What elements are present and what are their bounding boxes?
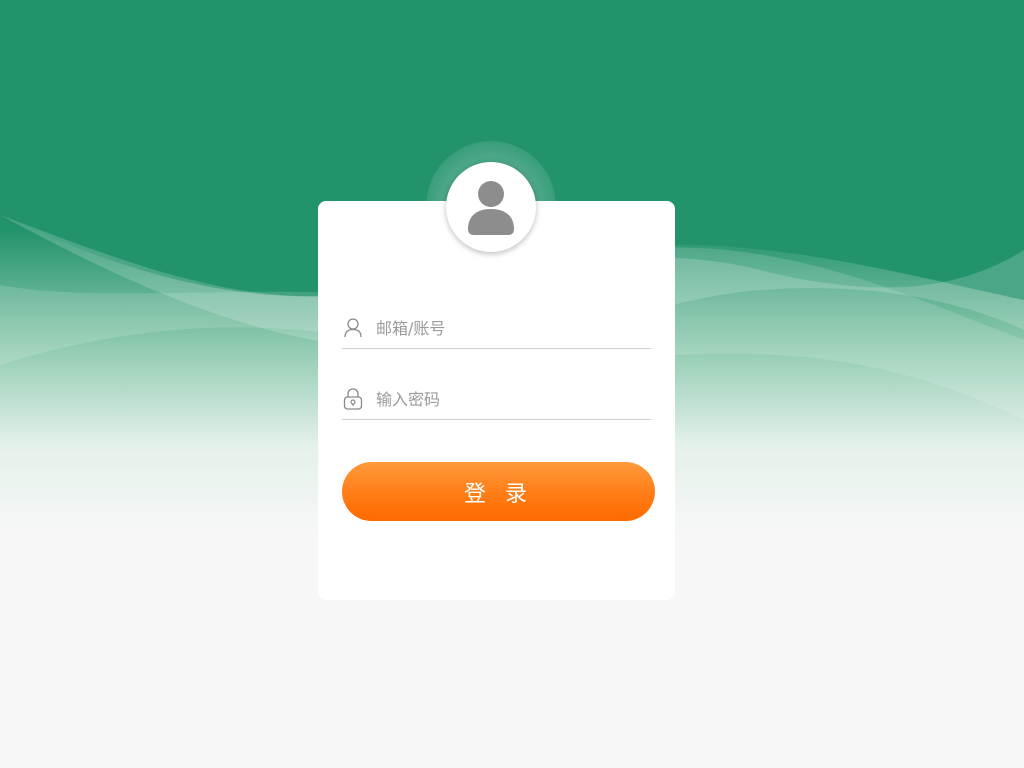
login-button[interactable]: 登 录 <box>342 462 655 521</box>
lock-icon <box>342 388 364 410</box>
user-icon <box>342 317 364 339</box>
avatar <box>446 162 536 252</box>
user-avatar-icon <box>468 181 514 235</box>
username-input[interactable] <box>376 313 636 343</box>
password-row <box>342 379 651 420</box>
username-row <box>342 308 651 349</box>
login-page: 登 录 <box>0 0 1024 768</box>
password-input[interactable] <box>376 384 636 414</box>
